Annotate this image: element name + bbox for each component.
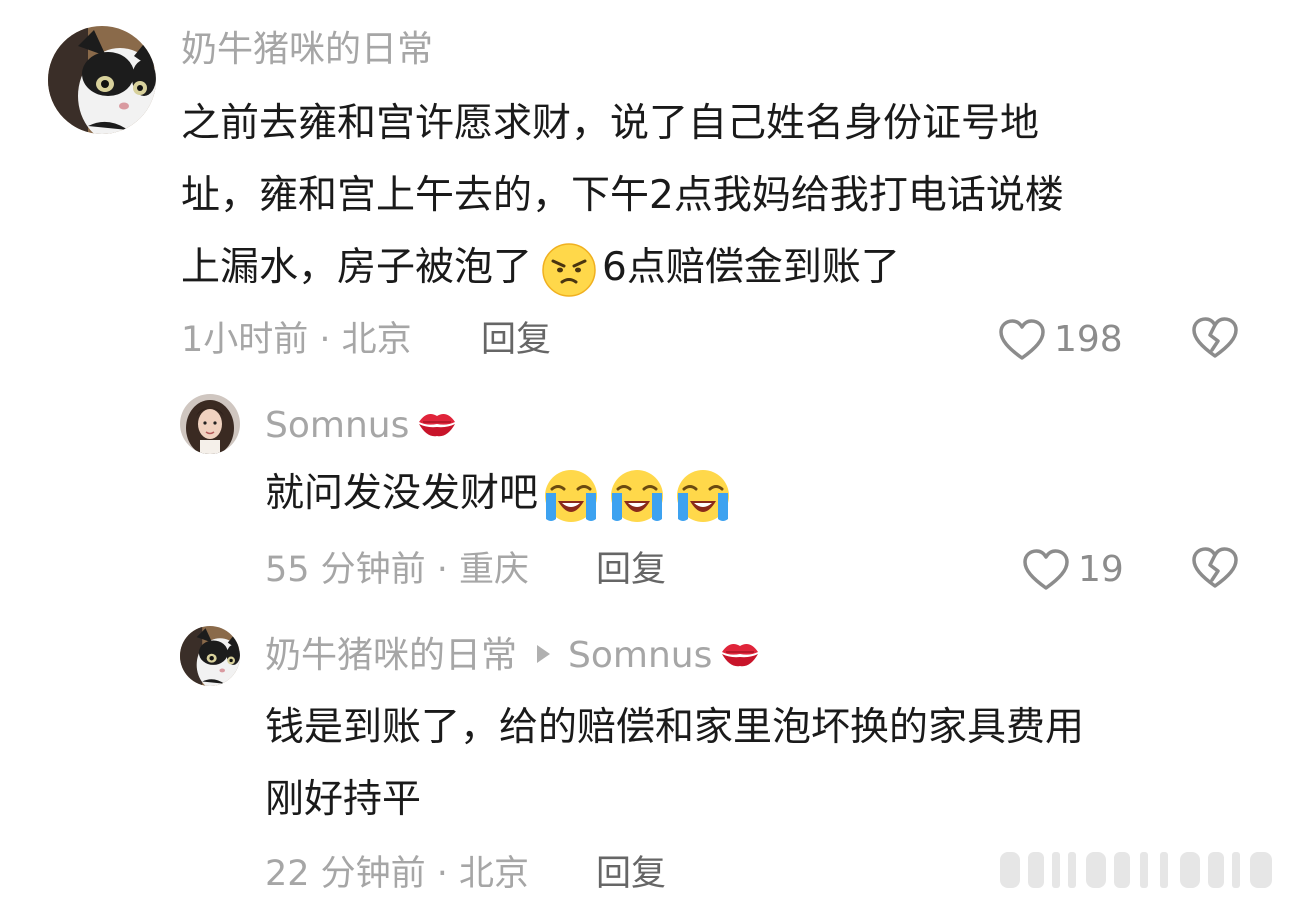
loudly-crying-face-emoji bbox=[677, 469, 730, 522]
kiss-mark-emoji bbox=[722, 644, 759, 667]
comment-text: 就问发没发财吧 bbox=[265, 458, 732, 530]
cat-avatar-image bbox=[48, 26, 156, 134]
kiss-mark-emoji bbox=[419, 414, 456, 437]
comment-text: 之前去雍和宫许愿求财，说了自己姓名身份证号地 址，雍和宫上午去的，下午2点我妈给… bbox=[181, 88, 1064, 304]
cat-avatar-image bbox=[180, 626, 240, 686]
broken-heart-icon bbox=[1192, 547, 1238, 588]
like-button[interactable]: 198 bbox=[998, 316, 1123, 364]
avatar[interactable] bbox=[180, 394, 240, 454]
username-text: Somnus bbox=[265, 405, 410, 446]
username[interactable]: Somnus bbox=[265, 404, 459, 448]
dislike-button[interactable] bbox=[1191, 546, 1239, 594]
like-count: 19 bbox=[1078, 549, 1124, 590]
avatar[interactable] bbox=[48, 26, 156, 134]
woman-avatar-image bbox=[180, 394, 240, 454]
comment-text-line: 钱是到账了，给的赔偿和家里泡坏换的家具费用 bbox=[265, 705, 1085, 750]
comment-text-line: 刚好持平 bbox=[265, 777, 422, 822]
watermark-logo bbox=[1000, 852, 1272, 888]
loudly-crying-face-emoji bbox=[545, 469, 598, 522]
frowning-face-emoji bbox=[542, 242, 596, 297]
reply-to-username[interactable]: Somnus bbox=[568, 635, 712, 676]
reply-button[interactable]: 回复 bbox=[481, 318, 551, 362]
heart-outline-icon bbox=[999, 319, 1045, 360]
username-row: 奶牛猪咪的日常 Somnus bbox=[265, 634, 762, 678]
reply-button[interactable]: 回复 bbox=[596, 548, 666, 592]
like-button[interactable]: 19 bbox=[1022, 546, 1124, 594]
time-location: 55 分钟前 · 重庆 bbox=[265, 550, 530, 590]
dislike-button[interactable] bbox=[1191, 316, 1239, 364]
comment-text-tail: 6点赔偿金到账了 bbox=[602, 245, 900, 290]
comment-text-line: 之前去雍和宫许愿求财，说了自己姓名身份证号地 bbox=[181, 101, 1040, 146]
loudly-crying-face-emoji bbox=[611, 469, 664, 522]
comment-thread: 奶牛猪咪的日常 之前去雍和宫许愿求财，说了自己姓名身份证号地 址，雍和宫上午去的… bbox=[0, 0, 1290, 904]
comment-text: 钱是到账了，给的赔偿和家里泡坏换的家具费用 刚好持平 bbox=[265, 692, 1084, 836]
username[interactable]: 奶牛猪咪的日常 bbox=[181, 28, 433, 72]
avatar[interactable] bbox=[180, 626, 240, 686]
time-location: 1小时前 · 北京 bbox=[181, 320, 412, 360]
comment-text-main: 就问发没发财吧 bbox=[265, 471, 539, 516]
comment-2: Somnus 就问发没发财吧 55 分钟前 · 重庆 回复 19 bbox=[0, 380, 1290, 610]
username[interactable]: 奶牛猪咪的日常 bbox=[265, 635, 517, 676]
comment-text-line-3: 上漏水，房子被泡了 6点赔偿金到账了 bbox=[181, 232, 1064, 304]
comment-1: 奶牛猪咪的日常 之前去雍和宫许愿求财，说了自己姓名身份证号地 址，雍和宫上午去的… bbox=[0, 0, 1290, 380]
reply-to-arrow-icon bbox=[537, 645, 551, 663]
comment-text-line: 址，雍和宫上午去的，下午2点我妈给我打电话说楼 bbox=[181, 173, 1064, 218]
like-count: 198 bbox=[1054, 319, 1123, 360]
broken-heart-icon bbox=[1192, 317, 1238, 358]
comment-text-line: 上漏水，房子被泡了 bbox=[181, 245, 533, 290]
reply-button[interactable]: 回复 bbox=[596, 852, 666, 896]
time-location: 22 分钟前 · 北京 bbox=[265, 854, 530, 894]
heart-outline-icon bbox=[1023, 549, 1069, 590]
